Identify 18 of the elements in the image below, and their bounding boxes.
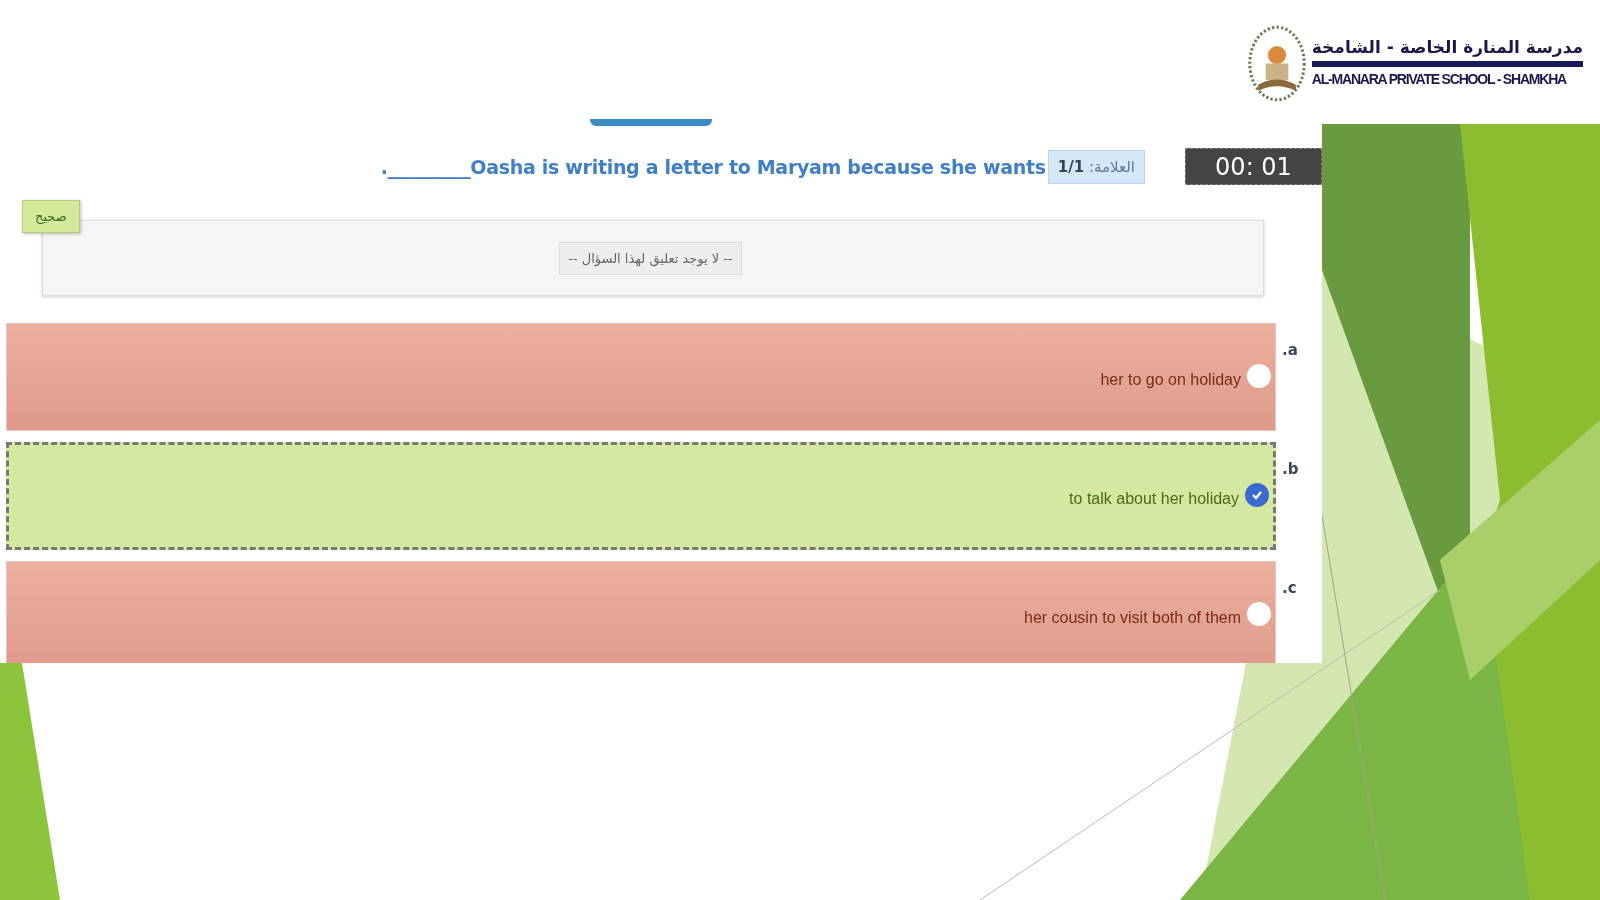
radio-button[interactable] [1245,483,1269,507]
option-letter: .b [1282,460,1299,478]
comment-text: -- لا يوجد تعليق لهذا السؤال -- [559,241,742,275]
option-text: to talk about her holiday [1069,490,1239,508]
result-badge: صحيح [22,200,80,233]
answer-option[interactable]: her to go on holiday [6,323,1276,431]
school-name: AL-MANARA PRIVATE SCHOOL - SHAMKHA [1311,71,1568,87]
school-name: مدرسة المنارة الخاصة - الشامخة [1311,37,1583,57]
option-letter: .c [1282,579,1297,597]
option-text: her to go on holiday [1100,371,1241,389]
option-text: her cousin to visit both of them [1024,609,1241,627]
timer: 00: 01 [1185,148,1322,185]
option-letter: .a [1282,341,1298,359]
answer-option[interactable]: to talk about her holiday [6,442,1276,550]
radio-button[interactable] [1247,364,1271,388]
answer-option[interactable]: her cousin to visit both of them [6,561,1276,663]
question-text: ._________Oasha is writing a letter to Maryam because she wants [380,155,1046,178]
radio-button[interactable] [1247,602,1271,626]
